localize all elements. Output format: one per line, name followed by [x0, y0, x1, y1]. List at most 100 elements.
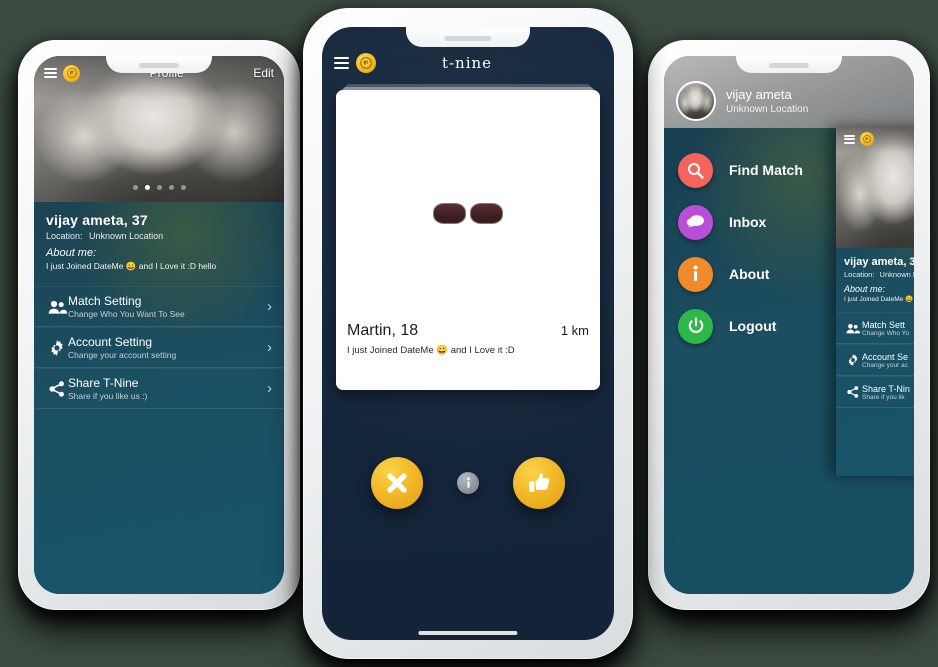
people-icon: [844, 323, 862, 334]
phone-left: Profile Edit vijay ameta, 37 Location: U…: [18, 40, 300, 610]
menu-label-find-match: Find Match: [729, 162, 803, 178]
menu-label-inbox: Inbox: [729, 214, 767, 230]
account-setting-title: Account Setting: [68, 335, 153, 349]
gallery-dot-active[interactable]: [144, 185, 150, 190]
panel-match-setting-row[interactable]: Match Sett Change Who Yo: [836, 312, 914, 344]
app-logo: t-nine: [441, 54, 493, 72]
phone-right: vijay ameta Unknown Location Find Match: [648, 40, 930, 610]
phone-left-screen: Profile Edit vijay ameta, 37 Location: U…: [34, 56, 284, 594]
info-icon: [466, 476, 470, 488]
coin-badge-icon[interactable]: [356, 53, 376, 73]
panel-info: vijay ameta, 37 Location: Unknown Locati…: [836, 248, 914, 303]
chevron-right-icon: ›: [267, 298, 272, 315]
match-name-age: Martin, 18: [347, 322, 419, 339]
panel-account-text: Account Se Change your ac: [862, 352, 914, 369]
panel-match-text: Match Sett Change Who Yo: [862, 320, 914, 337]
discover-appbar: t-nine: [322, 45, 614, 81]
coin-badge-icon[interactable]: [860, 132, 874, 146]
home-indicator: [418, 631, 518, 635]
user-avatar[interactable]: [676, 81, 716, 121]
drawer-pushed-panel[interactable]: vijay ameta, 37 Location: Unknown Locati…: [836, 126, 914, 476]
panel-share-subtitle: Share if you lik: [862, 393, 905, 401]
phone-left-notch: [106, 56, 212, 73]
panel-account-title: Account Se: [862, 351, 909, 362]
panel-settings: Match Sett Change Who Yo Account Se Chan…: [836, 312, 914, 408]
profile-about-text: I just Joined DateMe 😀 and I Love it :D …: [46, 261, 217, 271]
sunglasses-detail: [433, 203, 503, 224]
profile-location-label: Location:: [46, 231, 83, 241]
panel-match-subtitle: Change Who Yo: [862, 329, 909, 337]
gear-icon: [46, 339, 68, 356]
phone-center-notch: [406, 27, 530, 47]
hamburger-icon[interactable]: [44, 66, 57, 80]
match-setting-title: Match Setting: [68, 294, 142, 308]
panel-share-title: Share T-Nin: [862, 383, 910, 394]
panel-name-age: vijay ameta, 37: [844, 256, 914, 268]
match-bio: I just Joined DateMe 😀 and I Love it :D: [347, 345, 515, 356]
drawer-user-text: vijay ameta Unknown Location: [726, 87, 808, 115]
phone-center: t-nine Martin, 18 1 km I just Joined Dat…: [303, 8, 633, 659]
coin-badge-icon[interactable]: [63, 64, 80, 82]
gallery-dot[interactable]: [168, 185, 174, 190]
hamburger-icon[interactable]: [844, 133, 855, 145]
panel-location-value: Unknown Location: [879, 270, 914, 279]
gear-icon: [844, 354, 862, 366]
match-setting-text: Match Setting Change Who You Want To See: [68, 294, 267, 319]
phone-center-screen: t-nine Martin, 18 1 km I just Joined Dat…: [322, 27, 614, 640]
account-setting-text: Account Setting Change your account sett…: [68, 335, 267, 360]
panel-appbar: [836, 126, 914, 152]
search-icon: [678, 152, 713, 188]
match-setting-row[interactable]: Match Setting Change Who You Want To See…: [34, 286, 284, 327]
account-setting-row[interactable]: Account Setting Change your account sett…: [34, 327, 284, 368]
profile-name-age: vijay ameta, 37: [46, 212, 148, 228]
gallery-dot[interactable]: [156, 185, 162, 190]
match-setting-subtitle: Change Who You Want To See: [68, 309, 185, 319]
chat-icon: [678, 204, 713, 240]
panel-share-row[interactable]: Share T-Nin Share if you lik: [836, 376, 914, 408]
match-distance: 1 km: [560, 323, 589, 338]
profile-about-label: About me:: [46, 247, 97, 259]
panel-account-setting-row[interactable]: Account Se Change your ac: [836, 344, 914, 376]
panel-share-text: Share T-Nin Share if you lik: [862, 384, 914, 401]
gallery-dots[interactable]: [34, 185, 284, 190]
share-text: Share T-Nine Share if you like us :): [68, 376, 267, 401]
panel-location-label: Location:: [844, 270, 875, 279]
profile-location-value: Unknown Location: [89, 231, 164, 241]
reject-button[interactable]: [371, 457, 423, 509]
match-card-headline: Martin, 18 1 km: [347, 322, 589, 340]
cross-icon: [387, 473, 407, 493]
chevron-right-icon: ›: [267, 339, 272, 356]
share-row[interactable]: Share T-Nine Share if you like us :) ›: [34, 368, 284, 409]
action-bar: [322, 457, 614, 509]
panel-about-text: I just Joined DateMe 😀 and: [844, 296, 914, 303]
thumbs-up-icon: [528, 472, 549, 492]
account-setting-subtitle: Change your account setting: [68, 350, 177, 360]
match-card[interactable]: Martin, 18 1 km I just Joined DateMe 😀 a…: [336, 90, 600, 390]
profile-info: vijay ameta, 37 Location: Unknown Locati…: [34, 202, 284, 286]
like-button[interactable]: [513, 457, 565, 509]
chevron-right-icon: ›: [267, 380, 272, 397]
phone-right-screen: vijay ameta Unknown Location Find Match: [664, 56, 914, 594]
hamburger-icon[interactable]: [334, 54, 349, 72]
gallery-dot[interactable]: [132, 185, 138, 190]
gallery-dot[interactable]: [180, 185, 186, 190]
drawer-user-name: vijay ameta: [726, 87, 792, 102]
share-icon: [46, 380, 68, 397]
panel-location: Location: Unknown Location: [844, 270, 914, 279]
profile-body: vijay ameta, 37 Location: Unknown Locati…: [34, 202, 284, 594]
info-icon: [678, 256, 713, 292]
panel-match-title: Match Sett: [862, 319, 906, 330]
drawer-user-location: Unknown Location: [726, 104, 809, 115]
share-icon: [844, 386, 862, 398]
menu-label-about: About: [729, 266, 770, 282]
phone-right-notch: [736, 56, 842, 73]
panel-account-subtitle: Change your ac: [862, 361, 908, 369]
share-title: Share T-Nine: [68, 376, 139, 390]
people-icon: [46, 300, 68, 314]
menu-label-logout: Logout: [729, 318, 777, 334]
info-button[interactable]: [457, 472, 479, 494]
edit-button[interactable]: Edit: [253, 66, 274, 80]
panel-about-label: About me:: [844, 284, 886, 294]
power-icon: [678, 308, 713, 344]
profile-location: Location: Unknown Location: [46, 231, 272, 241]
